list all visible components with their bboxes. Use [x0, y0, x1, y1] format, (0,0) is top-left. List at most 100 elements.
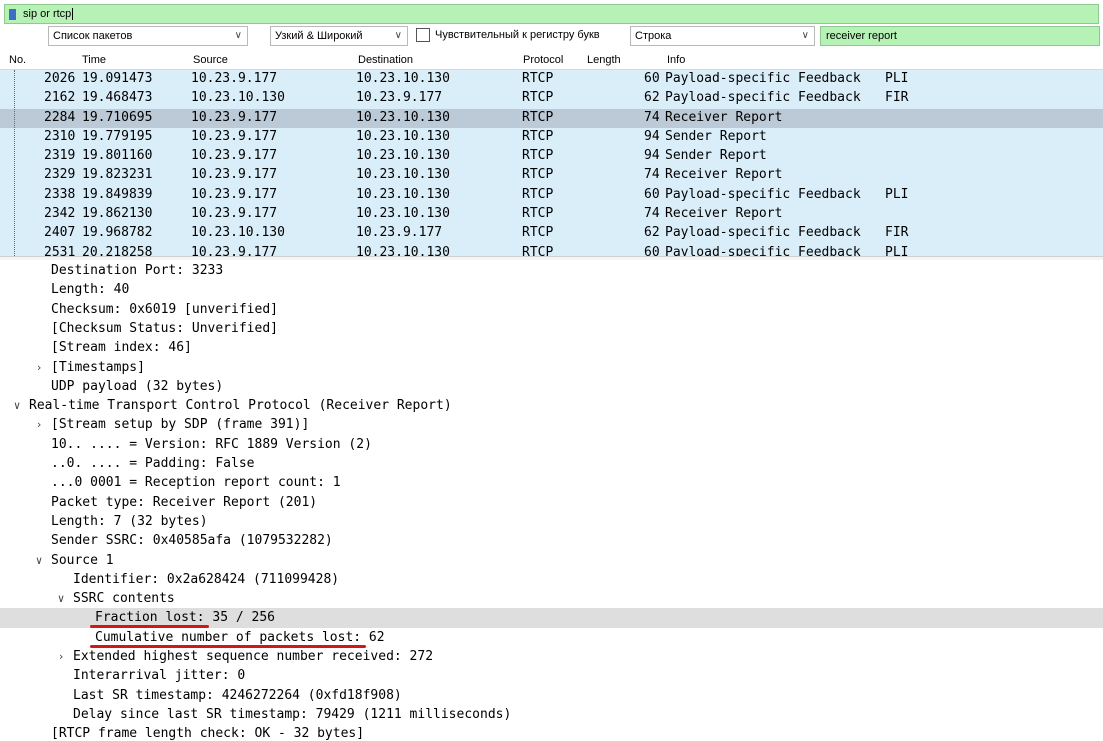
expand-chevron-icon[interactable]: › — [33, 361, 45, 374]
detail-field[interactable]: Source 1 — [51, 551, 114, 570]
detail-field[interactable]: [Stream setup by SDP (frame 391)] — [51, 415, 309, 434]
packet-info: Receiver Report — [665, 167, 783, 183]
detail-field[interactable]: Interarrival jitter: 0 — [73, 666, 245, 685]
column-destination[interactable]: Destination — [358, 54, 413, 66]
packet-protocol: RTCP — [522, 167, 554, 183]
packet-no: 2407 — [44, 225, 76, 241]
packet-source: 10.23.9.177 — [191, 206, 278, 222]
detail-field[interactable]: Destination Port: 3233 — [51, 261, 223, 280]
column-protocol[interactable]: Protocol — [523, 54, 563, 66]
packet-time: 19.823231 — [82, 167, 153, 183]
detail-field[interactable]: ..0. .... = Padding: False — [51, 454, 255, 473]
packet-info: Payload-specific Feedback — [665, 71, 861, 86]
packet-protocol: RTCP — [522, 206, 554, 222]
detail-field[interactable]: Identifier: 0x2a628424 (711099428) — [73, 570, 339, 589]
packet-row[interactable]: 2284 19.710695 10.23.9.177 10.23.10.130 RTCP… — [0, 108, 1103, 128]
chevron-down-icon: ∨ — [234, 30, 242, 41]
column-length[interactable]: Length — [587, 54, 621, 66]
packet-source: 10.23.10.130 — [191, 225, 285, 241]
collapse-chevron-icon[interactable]: ∨ — [33, 554, 45, 567]
column-time[interactable]: Time — [82, 54, 106, 66]
detail-field[interactable]: 10.. .... = Version: RFC 1889 Version (2… — [51, 435, 372, 454]
packet-no: 2342 — [44, 206, 76, 222]
chevron-down-icon: ∨ — [394, 30, 402, 41]
detail-field[interactable]: Checksum: 0x6019 [unverified] — [51, 300, 278, 319]
search-in-select[interactable]: Список пакетов ∨ — [48, 26, 248, 46]
packet-length: 60 — [644, 71, 660, 86]
display-filter-bar[interactable]: sip or rtcp — [4, 4, 1099, 24]
packet-info: Payload-specific Feedback — [665, 244, 861, 256]
packet-time: 19.801160 — [82, 148, 153, 164]
column-source[interactable]: Source — [193, 54, 228, 66]
packet-destination: 10.23.10.130 — [356, 109, 450, 125]
packet-no: 2162 — [44, 90, 76, 106]
detail-field[interactable]: Delay since last SR timestamp: 79429 (12… — [73, 705, 511, 724]
detail-field[interactable]: Extended highest sequence number receive… — [73, 647, 433, 666]
packet-source: 10.23.9.177 — [191, 244, 278, 256]
detail-field[interactable]: ...0 0001 = Reception report count: 1 — [51, 473, 341, 492]
expand-chevron-icon[interactable]: › — [33, 418, 45, 431]
packet-info-extra: FIR — [885, 225, 909, 241]
detail-field[interactable]: Real-time Transport Control Protocol (Re… — [29, 396, 452, 415]
search-in-value: Список пакетов — [53, 30, 133, 42]
column-info[interactable]: Info — [667, 54, 685, 66]
detail-field[interactable]: [RTCP frame length check: OK - 32 bytes] — [51, 724, 364, 741]
detail-field[interactable]: Length: 40 — [51, 280, 129, 299]
detail-field[interactable]: [Timestamps] — [51, 358, 145, 377]
packet-info-extra: PLI — [885, 71, 909, 86]
packet-info: Payload-specific Feedback — [665, 186, 861, 202]
detail-field[interactable]: Last SR timestamp: 4246272264 (0xfd18f90… — [73, 686, 402, 705]
packet-destination: 10.23.10.130 — [356, 206, 450, 222]
detail-field[interactable]: SSRC contents — [73, 589, 175, 608]
packet-no: 2026 — [44, 71, 76, 86]
packet-length: 60 — [644, 244, 660, 256]
packet-protocol: RTCP — [522, 109, 554, 125]
packet-row[interactable]: 2329 19.823231 10.23.9.177 10.23.10.130 RTCP… — [0, 166, 1103, 186]
packet-row[interactable]: 2162 19.468473 10.23.10.130 10.23.9.177 RTCP… — [0, 89, 1103, 109]
packet-destination: 10.23.10.130 — [356, 128, 450, 144]
packet-info: Sender Report — [665, 148, 767, 164]
packet-length: 74 — [644, 167, 660, 183]
packet-destination: 10.23.9.177 — [356, 225, 443, 241]
packet-list: No. Time Source Destination Protocol Len… — [0, 50, 1103, 256]
bookmark-icon[interactable] — [5, 5, 19, 23]
packet-protocol: RTCP — [522, 186, 554, 202]
collapse-chevron-icon[interactable]: ∨ — [55, 592, 67, 605]
packet-time: 19.468473 — [82, 90, 153, 106]
collapse-chevron-icon[interactable]: ∨ — [11, 399, 23, 412]
packet-row[interactable]: 2026 19.091473 10.23.9.177 10.23.10.130 RTCP… — [0, 70, 1103, 90]
packet-info: Payload-specific Feedback — [665, 225, 861, 241]
packet-row[interactable]: 2310 19.779195 10.23.9.177 10.23.10.130 RTCP… — [0, 127, 1103, 148]
detail-field[interactable]: [Checksum Status: Unverified] — [51, 319, 278, 338]
expand-chevron-icon[interactable]: › — [55, 650, 67, 663]
packet-row[interactable]: 2407 19.968782 10.23.10.130 10.23.9.177 RTCP… — [0, 224, 1103, 244]
search-type-select[interactable]: Строка ∨ — [630, 26, 815, 46]
packet-time: 19.779195 — [82, 128, 153, 144]
char-width-value: Узкий & Широкий — [275, 30, 363, 42]
case-sensitive-label: Чувствительный к регистру букв — [435, 29, 600, 41]
display-filter-input[interactable]: sip or rtcp — [19, 8, 74, 20]
chevron-down-icon: ∨ — [801, 30, 809, 41]
packet-destination: 10.23.10.130 — [356, 148, 450, 164]
case-sensitive-checkbox[interactable] — [416, 28, 430, 42]
detail-field[interactable]: [Stream index: 46] — [51, 338, 192, 357]
packet-row[interactable]: 2338 19.849839 10.23.9.177 10.23.10.130 RTCP… — [0, 185, 1103, 206]
packet-row[interactable]: 2319 19.801160 10.23.9.177 10.23.10.130 RTCP… — [0, 147, 1103, 167]
annotation-underline — [90, 625, 209, 629]
detail-field[interactable]: Sender SSRC: 0x40585afa (1079532282) — [51, 531, 333, 550]
char-width-select[interactable]: Узкий & Широкий ∨ — [270, 26, 408, 46]
detail-field[interactable]: Packet type: Receiver Report (201) — [51, 493, 317, 512]
find-query-input[interactable]: receiver report — [820, 26, 1100, 46]
column-no[interactable]: No. — [9, 54, 26, 66]
packet-details: Destination Port: 3233 Length: 40 Checksum… — [0, 260, 1103, 741]
packet-no: 2338 — [44, 186, 76, 202]
annotation-underline — [90, 644, 366, 648]
detail-field[interactable]: UDP payload (32 bytes) — [51, 377, 223, 396]
packet-row[interactable]: 2342 19.862130 10.23.9.177 10.23.10.130 RTCP… — [0, 205, 1103, 225]
packet-info: Sender Report — [665, 128, 767, 144]
packet-length: 74 — [644, 109, 660, 125]
packet-row[interactable]: 2531 20.218258 10.23.9.177 10.23.10.130 RTCP… — [0, 243, 1103, 256]
detail-field[interactable]: Length: 7 (32 bytes) — [51, 512, 208, 531]
packet-info: Payload-specific Feedback — [665, 90, 861, 106]
packet-protocol: RTCP — [522, 148, 554, 164]
